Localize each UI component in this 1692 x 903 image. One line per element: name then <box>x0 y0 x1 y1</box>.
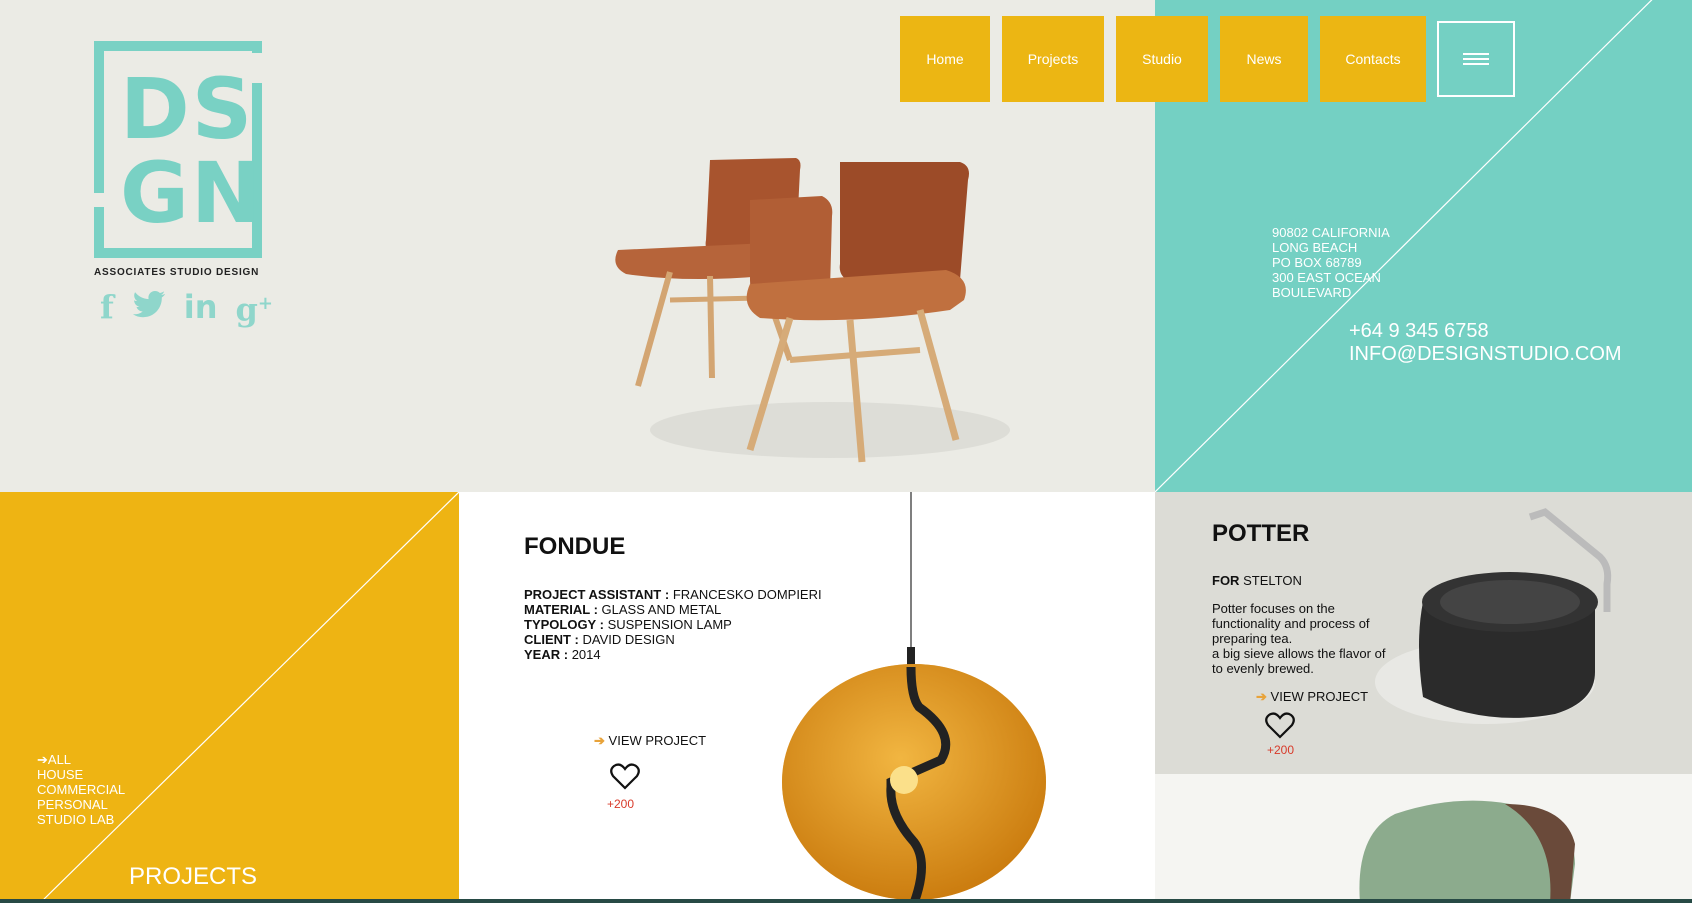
arrow-right-icon: ➔ <box>1256 689 1267 704</box>
contact-details: +64 9 345 6758 INFO@DESIGNSTUDIO.COM <box>1349 320 1622 366</box>
project-filters: ➔ALL HOUSE COMMERCIAL PERSONAL STUDIO LA… <box>37 752 125 827</box>
address-line: 300 EAST OCEAN <box>1272 270 1381 285</box>
social-links: f in g+ <box>100 286 273 328</box>
likes-count: +200 <box>1267 743 1295 757</box>
footer-bar <box>0 899 1692 903</box>
view-project-link[interactable]: ➔ VIEW PROJECT <box>594 733 706 749</box>
filter-personal[interactable]: PERSONAL <box>37 797 125 812</box>
project-client: FOR STELTON <box>1212 573 1302 588</box>
hamburger-icon[interactable] <box>1437 21 1515 97</box>
main-nav: Home Projects Studio News Contacts <box>900 16 1426 102</box>
projects-filter-panel <box>0 492 459 903</box>
nav-studio[interactable]: Studio <box>1116 16 1208 102</box>
facebook-icon[interactable]: f <box>100 289 114 325</box>
nav-news[interactable]: News <box>1220 16 1308 102</box>
project-specs: PROJECT ASSISTANT : FRANCESKO DOMPIERI M… <box>524 587 822 662</box>
nav-projects[interactable]: Projects <box>1002 16 1104 102</box>
diagonal-line <box>39 492 459 903</box>
address-block: 90802 CALIFORNIA LONG BEACH PO BOX 68789… <box>1272 225 1390 300</box>
arrow-right-icon: ➔ <box>37 752 48 767</box>
logo-letters: DS GN <box>120 60 264 242</box>
heart-icon[interactable] <box>610 762 640 790</box>
spec-row: PROJECT ASSISTANT : FRANCESKO DOMPIERI <box>524 587 822 602</box>
filter-all[interactable]: ➔ALL <box>37 752 125 767</box>
view-project-link[interactable]: ➔ VIEW PROJECT <box>1256 689 1368 705</box>
twitter-icon[interactable] <box>132 289 166 325</box>
address-line: 90802 CALIFORNIA <box>1272 225 1390 240</box>
filter-commercial[interactable]: COMMERCIAL <box>37 782 125 797</box>
spec-row: MATERIAL : GLASS AND METAL <box>524 602 722 617</box>
linkedin-icon[interactable]: in <box>184 289 218 325</box>
heart-icon[interactable] <box>1265 711 1295 739</box>
spec-row: CLIENT : DAVID DESIGN <box>524 632 675 647</box>
email-link[interactable]: INFO@DESIGNSTUDIO.COM <box>1349 343 1622 366</box>
filter-studio-lab[interactable]: STUDIO LAB <box>37 812 125 827</box>
address-line: BOULEVARD <box>1272 285 1352 300</box>
spec-row: TYPOLOGY : SUSPENSION LAMP <box>524 617 732 632</box>
nav-home[interactable]: Home <box>900 16 990 102</box>
green-chair-image <box>1359 800 1575 903</box>
projects-title: PROJECTS <box>129 863 258 890</box>
project-title: POTTER <box>1212 520 1310 547</box>
nav-contacts[interactable]: Contacts <box>1320 16 1426 102</box>
logo-gap <box>92 193 118 207</box>
spec-row: YEAR : 2014 <box>524 647 601 662</box>
project-title: FONDUE <box>524 533 626 560</box>
phone-number[interactable]: +64 9 345 6758 <box>1349 320 1622 343</box>
tagline: ASSOCIATES STUDIO DESIGN <box>94 267 260 278</box>
address-line: LONG BEACH <box>1272 240 1358 255</box>
filter-house[interactable]: HOUSE <box>37 767 125 782</box>
googleplus-icon[interactable]: g+ <box>236 286 273 328</box>
logo[interactable]: DS GN <box>92 41 264 258</box>
project-description: Potter focuses on the functionality and … <box>1212 601 1386 676</box>
arrow-right-icon: ➔ <box>594 733 605 748</box>
chairs-image <box>615 158 1010 463</box>
address-line: PO BOX 68789 <box>1272 255 1362 270</box>
likes-count: +200 <box>607 797 635 811</box>
project-card-chair[interactable] <box>1155 774 1692 903</box>
